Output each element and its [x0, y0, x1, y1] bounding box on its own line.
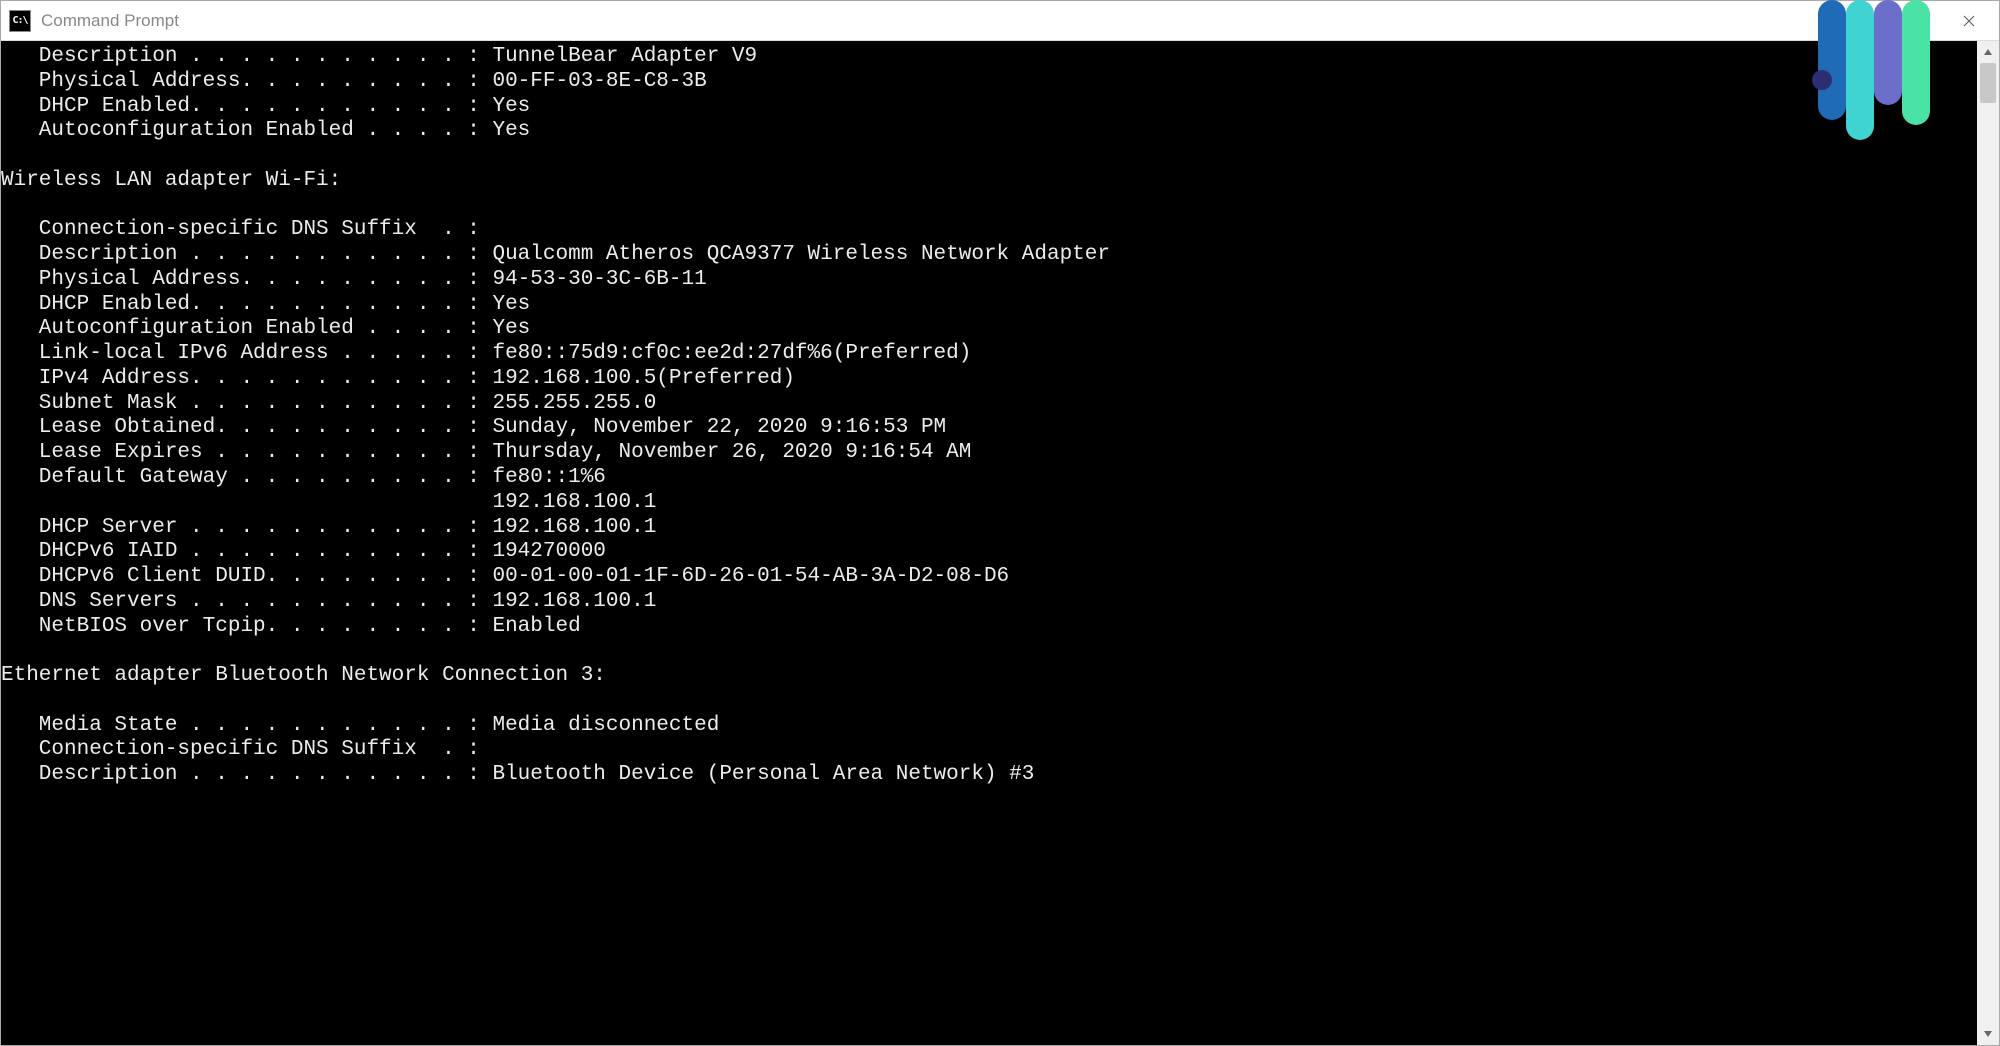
scroll-up-arrow-icon[interactable] [1977, 41, 1999, 63]
app-icon-text: C:\ [12, 15, 27, 26]
maximize-button[interactable] [1879, 1, 1939, 40]
window-controls [1819, 1, 1999, 40]
scroll-down-arrow-icon[interactable] [1977, 1023, 1999, 1045]
scroll-thumb[interactable] [1980, 63, 1996, 103]
terminal-output[interactable]: Description . . . . . . . . . . . : Tunn… [1, 41, 1977, 1045]
vertical-scrollbar[interactable] [1977, 41, 1999, 1045]
app-icon: C:\ [9, 10, 31, 32]
command-prompt-window: C:\ Command Prompt Description . . . . .… [0, 0, 2000, 1046]
titlebar[interactable]: C:\ Command Prompt [1, 1, 1999, 41]
minimize-button[interactable] [1819, 1, 1879, 40]
window-title: Command Prompt [41, 11, 179, 31]
close-button[interactable] [1939, 1, 1999, 40]
scroll-track[interactable] [1977, 63, 1999, 1023]
terminal-container: Description . . . . . . . . . . . : Tunn… [1, 41, 1999, 1045]
